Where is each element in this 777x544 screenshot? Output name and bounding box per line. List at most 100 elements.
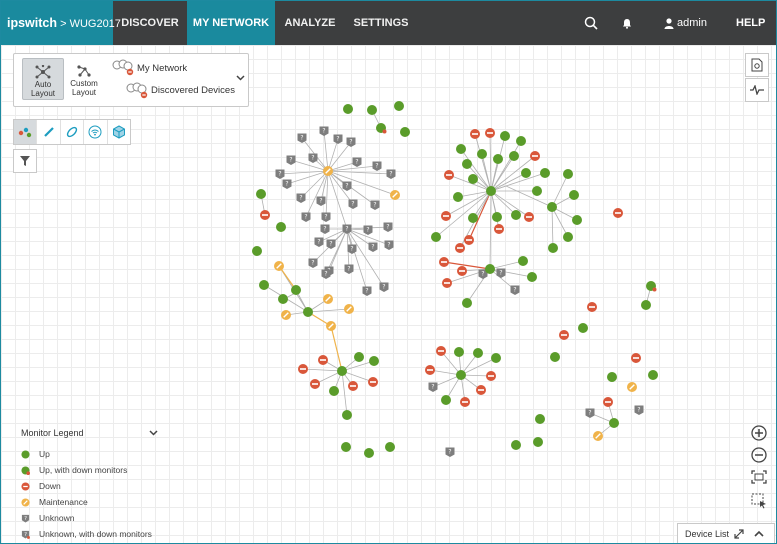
device-up-node[interactable] [456,144,466,154]
device-unknown-node[interactable]: ? [308,258,318,269]
device-up-node[interactable] [256,189,266,199]
device-down-node[interactable] [486,371,496,381]
device-down-node[interactable] [460,397,470,407]
wireless-tool[interactable] [84,120,108,144]
device-up-node[interactable] [492,212,502,222]
device-up-node[interactable] [400,127,410,137]
device-up-node[interactable] [648,370,658,380]
chevron-down-icon[interactable] [236,75,245,81]
select-area-button[interactable] [749,491,769,511]
device-down-node[interactable] [587,302,597,312]
performance-button[interactable] [745,78,769,102]
device-unknown-node[interactable]: ? [347,244,357,255]
link-style-tool[interactable] [61,120,85,144]
device-unknown-node[interactable]: ? [282,179,292,190]
device-up-node[interactable] [303,307,313,317]
legend-collapse-chevron-icon[interactable] [149,430,158,436]
device-up-node[interactable] [367,105,377,115]
filter-button[interactable] [13,149,37,173]
nav-settings[interactable]: SETTINGS [345,1,417,45]
device-down-node[interactable] [457,266,467,276]
device-up-node[interactable] [369,356,379,366]
device-down-node[interactable] [476,385,486,395]
device-down-node[interactable] [318,355,328,365]
device-up-node[interactable] [547,202,557,212]
device-unknown-node[interactable]: ? [321,212,331,223]
device-up-node[interactable] [364,448,374,458]
device-up-node[interactable] [607,372,617,382]
device-maintenance-node[interactable] [323,294,333,304]
search-icon[interactable] [581,1,601,45]
device-unknown-node[interactable]: ? [314,237,324,248]
device-down-node[interactable] [613,208,623,218]
device-up-node[interactable] [609,418,619,428]
help-link[interactable]: HELP [736,1,765,45]
device-up-node[interactable] [337,366,347,376]
device-unknown-node[interactable]: ? [320,224,330,235]
custom-layout-button[interactable]: Custom Layout [64,58,104,98]
device-down-node[interactable] [444,170,454,180]
device-maintenance-node[interactable] [344,304,354,314]
device-unknown-node[interactable]: ? [496,268,506,279]
3d-view-tool[interactable] [108,120,130,144]
device-down-node[interactable] [603,397,613,407]
device-up-node[interactable] [572,215,582,225]
device-up-node[interactable] [341,442,351,452]
chevron-up-icon[interactable] [754,530,764,537]
device-down-node[interactable] [524,212,534,222]
device-unknown-node[interactable]: ? [428,382,438,393]
device-unknown-node[interactable]: ? [372,161,382,172]
brand-logo[interactable]: ipswitch > WUG2017 [1,1,121,45]
device-up-node[interactable] [278,294,288,304]
device-up-node[interactable] [342,410,352,420]
device-up-node[interactable] [569,190,579,200]
device-unknown-node[interactable]: ? [362,286,372,297]
device-down-node[interactable] [530,151,540,161]
device-up-node[interactable] [394,101,404,111]
device-up-node[interactable] [511,440,521,450]
device-down-node[interactable] [425,365,435,375]
device-unknown-node[interactable]: ? [319,126,329,137]
device-down-node[interactable] [631,353,641,363]
device-down-node[interactable] [559,330,569,340]
device-unknown-node[interactable]: ? [352,157,362,168]
device-up-node[interactable] [548,243,558,253]
device-maintenance-node[interactable] [593,431,603,441]
device-unknown-node[interactable]: ? [510,285,520,296]
device-up-node[interactable] [540,168,550,178]
device-up-node[interactable] [578,323,588,333]
device-up-node[interactable] [486,186,496,196]
device-up-with-down-node[interactable] [646,281,657,292]
nav-analyze[interactable]: ANALYZE [275,1,345,45]
device-down-node[interactable] [348,381,358,391]
device-up-node[interactable] [563,232,573,242]
device-up-node[interactable] [516,136,526,146]
device-up-node[interactable] [550,352,560,362]
device-up-node[interactable] [291,285,301,295]
my-network-option[interactable]: My Network [137,63,187,74]
device-down-node[interactable] [494,224,504,234]
fit-to-screen-button[interactable] [749,467,769,487]
auto-layout-button[interactable]: Auto Layout [22,58,64,100]
device-down-node[interactable] [439,257,449,267]
device-up-node[interactable] [441,395,451,405]
device-down-node[interactable] [368,377,378,387]
device-up-node[interactable] [535,414,545,424]
device-up-node[interactable] [454,347,464,357]
device-up-node[interactable] [473,348,483,358]
device-maintenance-node[interactable] [390,190,400,200]
device-unknown-node[interactable]: ? [342,181,352,192]
device-up-node[interactable] [329,386,339,396]
device-maintenance-node[interactable] [323,166,333,176]
device-unknown-node[interactable]: ? [370,200,380,211]
device-up-node[interactable] [493,154,503,164]
device-unknown-node[interactable]: ? [386,169,396,180]
device-up-with-down-node[interactable] [376,123,387,134]
device-maintenance-node[interactable] [326,321,336,331]
device-maintenance-node[interactable] [274,261,284,271]
nav-my-network[interactable]: MY NETWORK [187,1,275,45]
device-maintenance-node[interactable] [627,382,637,392]
device-up-node[interactable] [511,210,521,220]
draw-link-tool[interactable] [37,120,61,144]
device-down-node[interactable] [436,346,446,356]
